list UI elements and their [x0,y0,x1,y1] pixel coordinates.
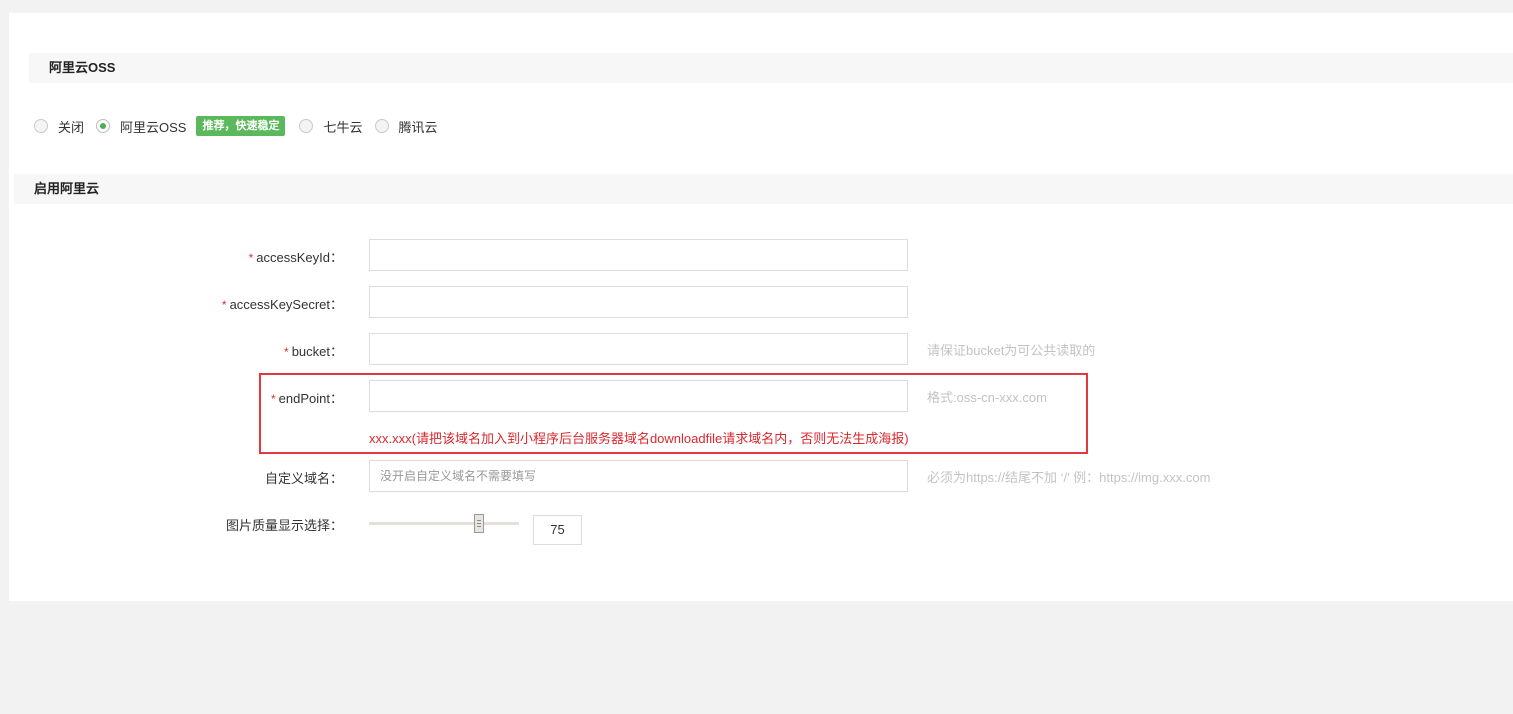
quality-slider-handle[interactable] [473,514,484,533]
access-key-id-label: * accessKeyId： [249,247,343,266]
radio-label: 七牛云 [323,119,363,135]
settings-card: 阿里云OSS 关闭 阿里云OSS 推荐，快速稳定 七牛云 腾讯云 启用阿里云 *… [9,13,1513,601]
radio-label: 腾讯云 [398,119,438,135]
radio-label: 关闭 [58,119,85,135]
required-mark: * [248,251,254,265]
required-mark: * [221,298,227,312]
label-text: bucket： [291,344,343,359]
bucket-input[interactable] [369,333,908,365]
radio-label: 阿里云OSS [120,119,187,135]
section-title: 阿里云OSS [49,60,116,75]
bucket-label: * bucket： [284,341,343,360]
radio-button-checked-icon[interactable] [96,119,111,133]
endpoint-warning-note: xxx.xxx(请把该域名加入到小程序后台服务器域名downloadfile请求… [369,431,909,446]
radio-option-aliyun-oss[interactable]: 阿里云OSS [96,117,186,136]
section-header-aliyun-oss: 阿里云OSS [29,53,1513,83]
custom-domain-hint: 必须为https://结尾不加 ‘/’ 例：https://img.xxx.co… [927,470,1211,485]
quality-slider-track[interactable] [369,522,519,525]
radio-button-icon[interactable] [34,119,48,133]
endpoint-label: * endPoint： [271,388,343,407]
required-mark: * [284,345,289,359]
storage-radio-group: 关闭 阿里云OSS 推荐，快速稳定 七牛云 腾讯云 [34,115,450,137]
endpoint-input[interactable] [369,380,908,412]
label-text: accessKeySecret： [229,297,343,312]
access-key-id-input[interactable] [369,239,908,271]
access-key-secret-label: * accessKeySecret： [222,294,343,313]
label-text: endPoint： [278,391,343,406]
endpoint-hint: 格式:oss-cn-xxx.com [927,390,1047,405]
custom-domain-label: 自定义域名： [264,471,343,486]
radio-option-tencent[interactable]: 腾讯云 [374,117,438,136]
quality-value-box[interactable]: 75 [533,515,582,545]
radio-option-qiniu[interactable]: 七牛云 [299,117,363,136]
radio-button-icon[interactable] [374,119,389,133]
access-key-secret-input[interactable] [369,286,908,318]
radio-option-close[interactable]: 关闭 [34,117,84,136]
section-header-enable-aliyun: 启用阿里云 [14,174,1513,204]
label-text: accessKeyId： [256,250,343,265]
radio-button-icon[interactable] [299,119,314,133]
custom-domain-input[interactable] [369,460,908,492]
recommend-badge: 推荐，快速稳定 [196,116,286,136]
image-quality-label: 图片质量显示选择： [225,518,343,533]
section-title: 启用阿里云 [34,181,100,196]
bucket-hint: 请保证bucket为可公共读取的 [927,343,1096,358]
required-mark: * [271,392,276,406]
